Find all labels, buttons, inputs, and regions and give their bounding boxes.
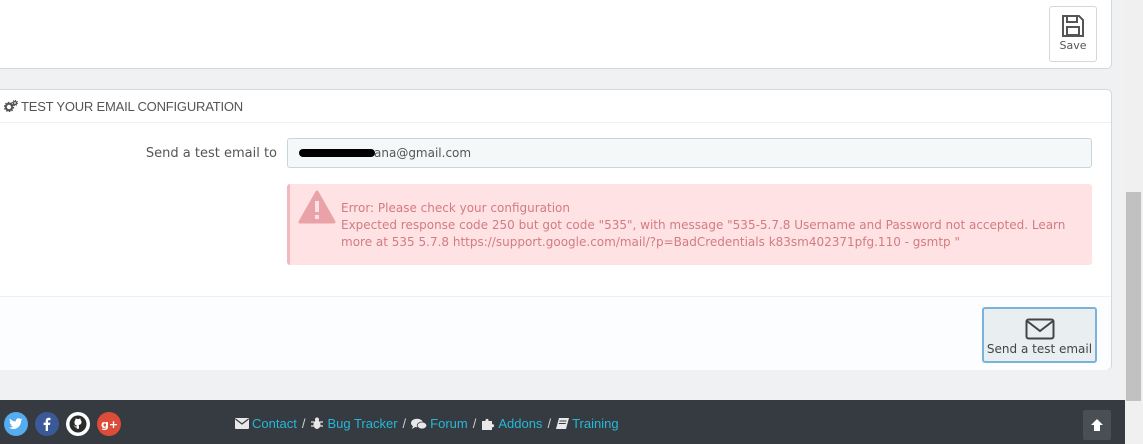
forum-link[interactable]: Forum (411, 416, 468, 431)
addons-label: Addons (498, 416, 543, 431)
error-alert: Error: Please check your configuration E… (287, 184, 1092, 265)
separator: / (547, 416, 552, 431)
facebook-icon (43, 417, 51, 431)
envelope-icon (235, 418, 249, 429)
separator: / (472, 416, 477, 431)
error-text: Error: Please check your configuration E… (341, 200, 1082, 251)
test-email-panel: TEST YOUR EMAIL CONFIGURATION Send a tes… (0, 89, 1112, 370)
bug-tracker-link[interactable]: Bug Tracker (310, 416, 398, 431)
github-icon (69, 415, 87, 433)
send-button-label: Send a test email (986, 342, 1093, 356)
svg-text:g+: g+ (101, 418, 117, 430)
email-value: ana@gmail.com (374, 146, 472, 160)
contact-link[interactable]: Contact (235, 416, 297, 431)
floppy-disk-icon (1062, 15, 1084, 37)
envelope-icon (1025, 318, 1054, 340)
book-icon (556, 417, 570, 429)
training-link[interactable]: Training (556, 416, 619, 431)
scroll-to-top-button[interactable] (1083, 410, 1111, 440)
facebook-link[interactable] (35, 412, 59, 436)
contact-label: Contact (252, 416, 297, 431)
panel-footer: Send a test email (0, 296, 1111, 370)
save-label: Save (1059, 39, 1087, 52)
addons-link[interactable]: Addons (481, 416, 542, 431)
google-plus-icon: g+ (101, 418, 117, 430)
bug-tracker-label: Bug Tracker (327, 416, 398, 431)
puzzle-icon (482, 418, 495, 430)
warning-icon (298, 190, 336, 224)
save-button[interactable]: Save (1049, 6, 1097, 62)
send-test-email-label: Send a test email to (145, 146, 277, 161)
test-email-input[interactable]: ana@gmail.com (287, 138, 1092, 168)
send-test-email-button[interactable]: Send a test email (982, 307, 1097, 363)
redaction-mark (299, 149, 375, 157)
panel-title: TEST YOUR EMAIL CONFIGURATION (21, 98, 243, 114)
separator: / (301, 416, 306, 431)
twitter-icon (9, 418, 23, 429)
error-message: Expected response code 250 but got code … (341, 218, 1066, 249)
cogs-icon (4, 100, 18, 112)
github-link[interactable] (66, 412, 90, 436)
forum-label: Forum (430, 416, 468, 431)
google-plus-link[interactable]: g+ (97, 412, 121, 436)
comments-icon (411, 418, 428, 429)
panel-heading: TEST YOUR EMAIL CONFIGURATION (0, 90, 1111, 123)
top-panel (0, 0, 1112, 69)
twitter-link[interactable] (4, 412, 28, 436)
footer-links: Contact / Bug Tracker / Forum / Addons /… (235, 416, 619, 431)
error-title: Error: Please check your configuration (341, 201, 570, 215)
bug-icon (311, 417, 324, 429)
training-label: Training (572, 416, 619, 431)
scrollbar-thumb[interactable] (1126, 192, 1141, 401)
separator: / (402, 416, 407, 431)
arrow-up-icon (1091, 419, 1103, 431)
page-footer: g+ Contact / Bug Tracker / Forum / Addon… (0, 400, 1125, 444)
